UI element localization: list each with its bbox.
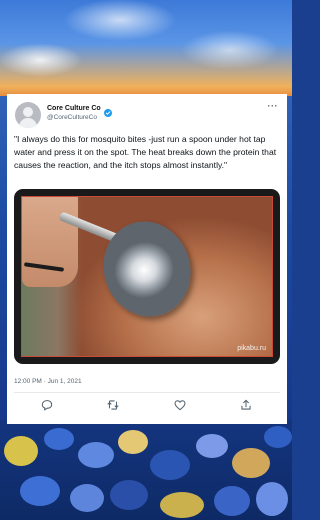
tweet-media[interactable]: pikabu.ru (14, 189, 280, 364)
background-sky (0, 0, 292, 96)
reply-icon[interactable] (40, 398, 54, 412)
background-pebbles (0, 420, 292, 520)
author-name-row: Core Culture Co (47, 104, 112, 117)
spoon-photo: pikabu.ru (21, 196, 273, 357)
tweet-timestamp[interactable]: 12:00 PM · Jun 1, 2021 (14, 378, 82, 385)
retweet-icon[interactable] (106, 398, 120, 412)
photo-hand (22, 197, 78, 287)
tweet-card[interactable]: Core Culture Co @CoreCultureCo ··· "I al… (7, 94, 287, 424)
avatar-body-shape (19, 118, 37, 128)
tweet-text: "I always do this for mosquito bites -ju… (14, 134, 277, 170)
author-name[interactable]: Core Culture Co (47, 105, 101, 112)
photo-spoon-bowl (91, 210, 203, 328)
share-icon[interactable] (239, 398, 253, 412)
tweet-actions (7, 398, 287, 416)
avatar-head-shape (23, 107, 33, 117)
avatar[interactable] (15, 102, 41, 128)
media-watermark: pikabu.ru (237, 345, 266, 352)
verified-badge-icon (103, 104, 112, 117)
author-handle[interactable]: @CoreCultureCo (47, 114, 97, 121)
actions-divider (14, 392, 280, 393)
more-options-icon[interactable]: ··· (268, 101, 279, 111)
heart-icon[interactable] (173, 398, 187, 412)
